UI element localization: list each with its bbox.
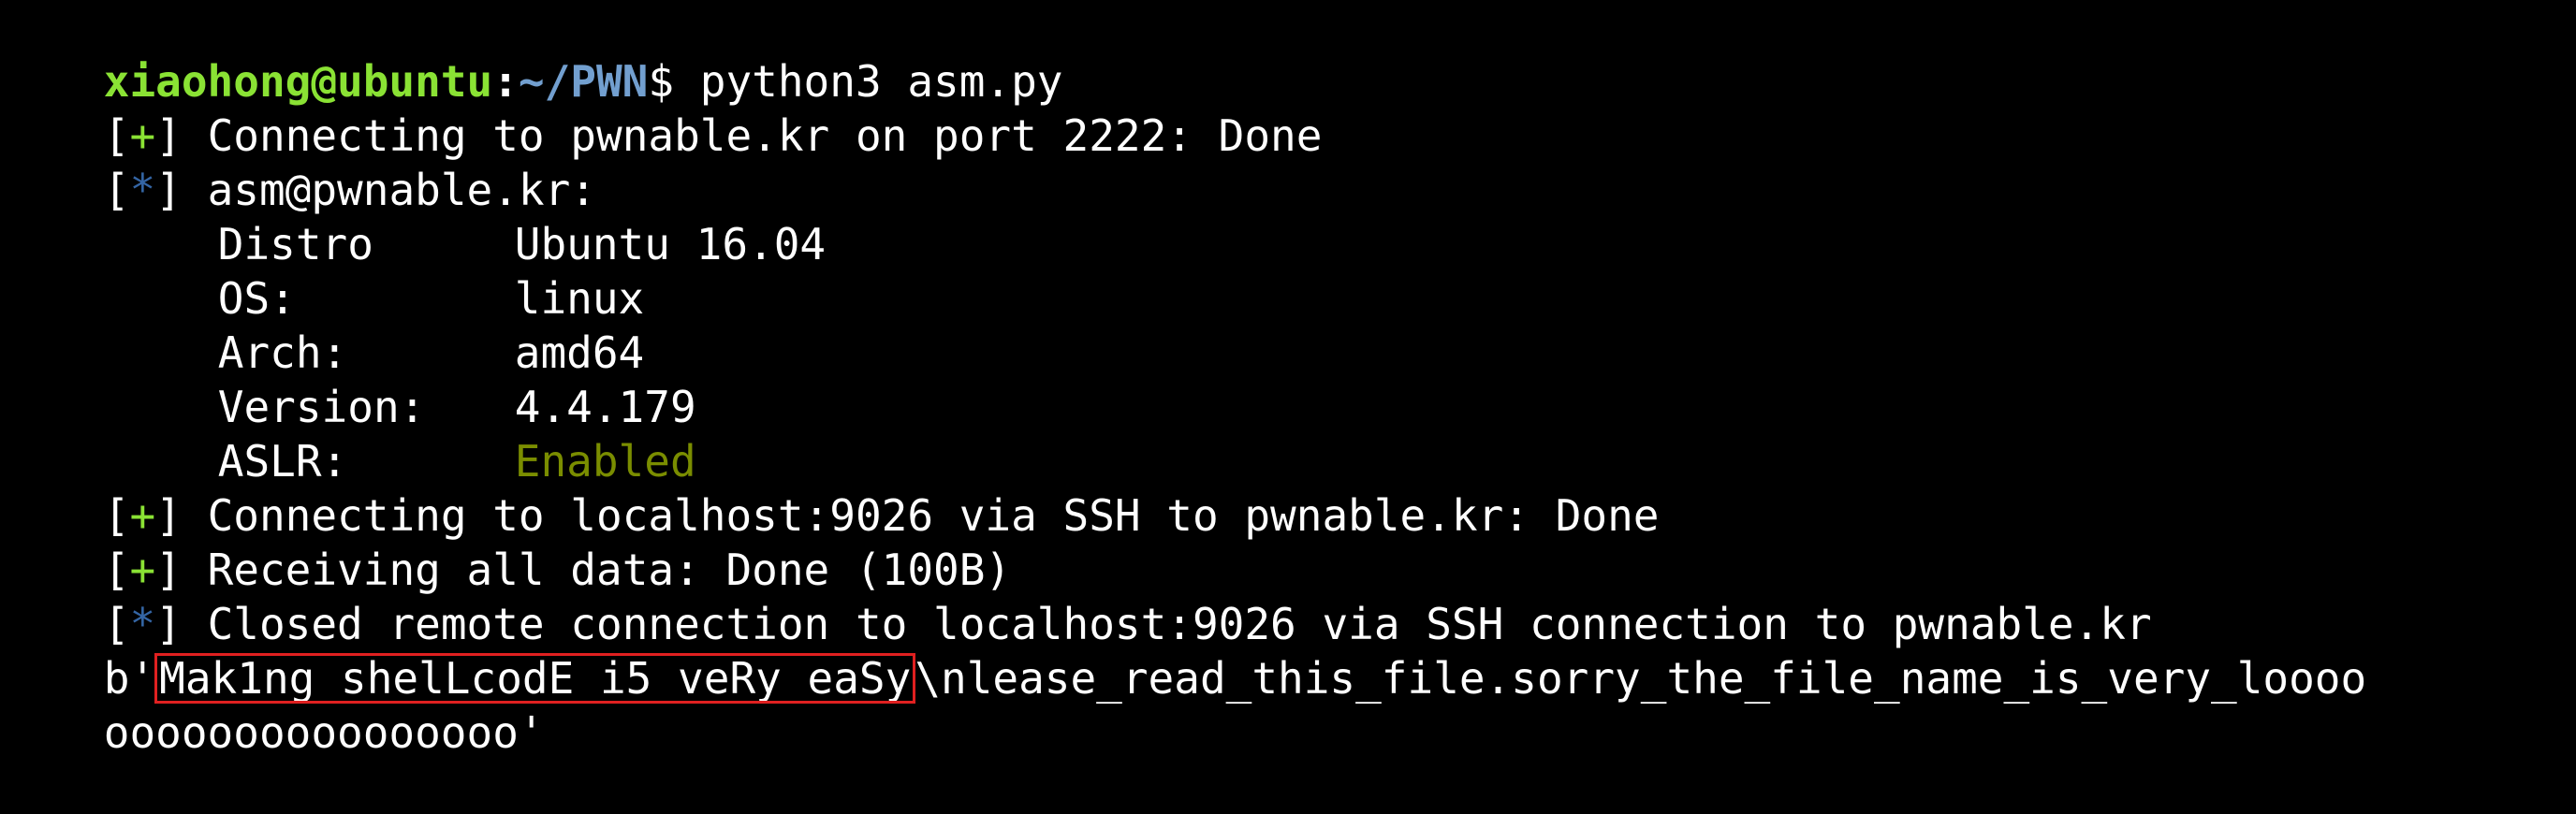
host-info-version: Version: 4.4.179: [0, 326, 696, 432]
host-info-aslr: ASLR: Enabled: [0, 380, 696, 487]
host-info-arch: Arch: amd64: [0, 271, 644, 378]
terminal-window[interactable]: xiaohong@ubuntu:~/PWN$ python3 asm.py [+…: [0, 0, 2576, 758]
host-info-distro: Distro Ubuntu 16.04: [0, 163, 826, 269]
prompt-line: xiaohong@ubuntu:~/PWN$ python3 asm.py: [0, 0, 1063, 107]
flag-rest: \nlease_read_this_file.sorry_the_file_na…: [915, 653, 2367, 704]
host-info-os: OS: linux: [0, 217, 644, 324]
flag-output-line-continued: oooooooooooooooo': [0, 651, 545, 758]
output-line-closed: [*] Closed remote connection to localhos…: [0, 543, 2152, 649]
output-line-connect-ssh: [+] Connecting to pwnable.kr on port 222…: [0, 54, 1323, 161]
flag-continuation: oooooooooooooooo': [103, 707, 545, 758]
output-line-host: [*] asm@pwnable.kr:: [0, 109, 596, 215]
output-line-connect-local: [+] Connecting to localhost:9026 via SSH…: [0, 434, 1660, 541]
flag-output-line: b'Mak1ng_shelLcodE_i5_veRy_eaSy\nlease_r…: [0, 597, 2366, 704]
output-line-receiving: [+] Receiving all data: Done (100B): [0, 488, 1011, 595]
